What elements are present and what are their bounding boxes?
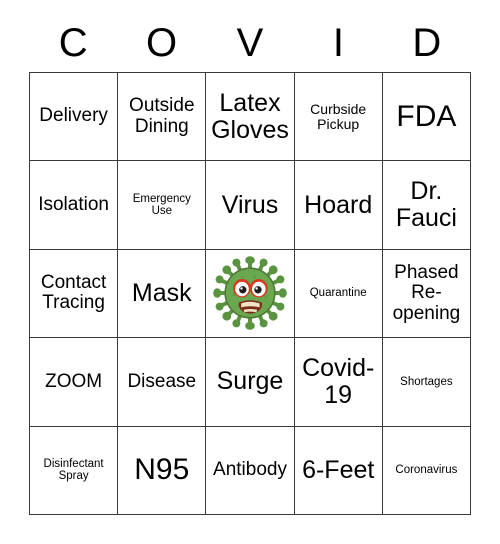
bingo-cell[interactable]: N95: [118, 426, 207, 515]
bingo-cell[interactable]: Phased Re-opening: [382, 249, 471, 339]
bingo-cell[interactable]: Quarantine: [294, 249, 383, 339]
bingo-cell[interactable]: Antibody: [206, 426, 295, 515]
bingo-cell-free-space[interactable]: [206, 249, 295, 339]
bingo-cell[interactable]: Mask: [118, 249, 207, 339]
bingo-cell-label: Hoard: [304, 190, 373, 219]
bingo-cell-label: Covid-19: [302, 353, 375, 409]
bingo-cell[interactable]: Dr. Fauci: [382, 161, 471, 250]
bingo-cell-label: Antibody: [213, 459, 287, 481]
bingo-cell[interactable]: Virus: [206, 161, 295, 250]
bingo-cell-label: Shortages: [400, 375, 453, 388]
bingo-cell-label: Surge: [216, 367, 284, 396]
header-letter-i: I: [332, 21, 344, 65]
bingo-cell-label: Disease: [127, 370, 197, 392]
bingo-cell[interactable]: Isolation: [30, 161, 119, 250]
bingo-cell-label: Latex Gloves: [211, 88, 289, 144]
bingo-cell-label: 6-Feet: [302, 455, 375, 484]
bingo-cell-label: ZOOM: [45, 370, 103, 392]
bingo-cell-label: Emergency Use: [132, 192, 191, 218]
header-letter-o: O: [146, 21, 178, 65]
bingo-cell[interactable]: Contact Tracing: [30, 249, 119, 339]
bingo-cell-label: Curbside Pickup: [310, 100, 367, 132]
bingo-header-letters: C O V I D: [29, 14, 471, 72]
bingo-card: C O V I D Delivery Outside Dining Latex Gl…: [0, 0, 500, 544]
bingo-cell[interactable]: FDA: [382, 73, 471, 162]
bingo-cell[interactable]: Curbside Pickup: [294, 73, 383, 162]
header-letter-c: C: [58, 21, 88, 65]
bingo-cell[interactable]: Emergency Use: [118, 161, 207, 250]
bingo-cell[interactable]: Disinfectant Spray: [30, 426, 119, 515]
bingo-grid: Delivery Outside Dining Latex Gloves Curbsi…: [29, 72, 471, 515]
bingo-cell[interactable]: Outside Dining: [118, 73, 207, 162]
bingo-cell[interactable]: Delivery: [30, 73, 119, 162]
bingo-cell[interactable]: Surge: [206, 338, 295, 427]
bingo-cell[interactable]: Latex Gloves: [206, 73, 295, 162]
bingo-cell-label: Delivery: [39, 105, 108, 127]
bingo-cell-label: Contact Tracing: [40, 271, 107, 314]
bingo-cell[interactable]: Covid-19: [294, 338, 383, 427]
bingo-cell-label: Outside Dining: [129, 95, 195, 137]
header-letter-v: V: [236, 21, 264, 65]
bingo-cell-label: Mask: [131, 278, 192, 307]
bingo-cell-label: Dr. Fauci: [395, 177, 457, 233]
bingo-cell-label: FDA: [396, 99, 457, 133]
bingo-cell[interactable]: Hoard: [294, 161, 383, 250]
bingo-cell-label: Phased Re-opening: [392, 261, 461, 324]
bingo-cell-label: Virus: [221, 190, 279, 219]
bingo-cell[interactable]: 6-Feet: [294, 426, 383, 515]
bingo-cell[interactable]: Coronavirus: [382, 426, 471, 515]
bingo-cell[interactable]: ZOOM: [30, 338, 119, 427]
bingo-cell-label: Isolation: [38, 193, 109, 215]
bingo-cell[interactable]: Shortages: [382, 338, 471, 427]
bingo-cell[interactable]: Disease: [118, 338, 207, 427]
bingo-cell-label: Disinfectant Spray: [43, 457, 104, 483]
bingo-cell-label: N95: [134, 453, 190, 487]
bingo-cell-label: Coronavirus: [395, 464, 458, 477]
header-letter-d: D: [412, 21, 442, 65]
bingo-cell-label: Quarantine: [309, 287, 367, 300]
virus-icon: [213, 256, 287, 331]
